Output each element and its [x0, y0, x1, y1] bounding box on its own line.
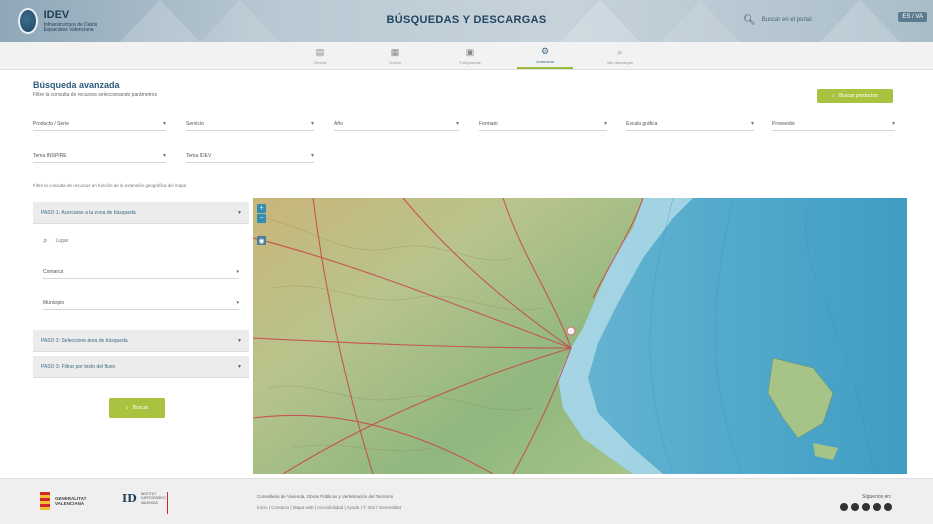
filter-escala[interactable]: Escala gráfica ▾ [626, 117, 754, 131]
site-search[interactable]: 🔍︎ Buscar en el portal [743, 12, 865, 28]
filter-label: Tema INSPIRE [33, 152, 67, 159]
step-label: PASO 3: Filtrar por texto del fluxo [41, 363, 116, 370]
topographic-map [253, 198, 907, 474]
chevron-down-icon: ▾ [236, 268, 239, 275]
field-label: Municipio [43, 299, 65, 306]
chevron-down-icon: ▾ [750, 121, 754, 127]
chevron-down-icon: ▾ [891, 121, 895, 127]
locate-button[interactable]: ◉ [257, 236, 266, 245]
page-subtitle: Filtre la consulta de recursos seleccion… [33, 92, 157, 98]
filter-label: Año [334, 120, 343, 127]
tab-label: Fotogramas [459, 60, 481, 65]
language-switch[interactable]: ES / VA [898, 12, 927, 22]
search-icon: 🔍︎ [743, 14, 756, 26]
zoom-out-button[interactable]: − [257, 214, 266, 223]
senyera-icon [40, 492, 50, 510]
step-3-header[interactable]: PASO 3: Filtrar por texto del fluxo ▾ [33, 356, 249, 378]
search-steps-panel: PASO 1: Acercarse a la zona de búsqueda … [33, 198, 249, 474]
youtube-icon[interactable] [862, 503, 870, 511]
filter-label: Formato [479, 120, 498, 127]
filter-ano[interactable]: Año ▾ [334, 117, 459, 131]
filter-proveedor[interactable]: Proveedor ▾ [772, 117, 895, 131]
panel-search-button[interactable]: ⌕ Buscar [109, 398, 165, 418]
footer-department: Conselleria de Vivienda, Obras Públicas … [257, 494, 394, 499]
button-label: Buscar [132, 405, 149, 411]
gva-line-2: VALENCIANA [55, 501, 85, 506]
tab-fotogramas[interactable]: ▣ Fotogramas [442, 44, 498, 69]
chevron-down-icon: ▾ [455, 121, 459, 127]
map-caption: Filtre la consulta de recursos en funció… [33, 183, 187, 188]
chevron-down-icon: ▾ [310, 153, 314, 159]
footer-divider [167, 492, 168, 514]
grid-icon: ▦ [390, 47, 400, 57]
folder-icon: ▤ [315, 47, 325, 57]
filter-label: Producto / Serie [33, 120, 69, 127]
chevron-down-icon: ▾ [236, 299, 239, 306]
flickr-icon[interactable] [873, 503, 881, 511]
chevron-down-icon: ▾ [237, 338, 241, 344]
step-1-header[interactable]: PASO 1: Acercarse a la zona de búsqueda … [33, 202, 249, 224]
site-search-input[interactable]: Buscar en el portal [762, 17, 812, 23]
button-label: Buscar productos [838, 93, 878, 99]
filter-servicio[interactable]: Servicio ▾ [186, 117, 314, 131]
section-nav: ▤ Ofertas ▦ Vuelos ▣ Fotogramas ⚙ Avanza… [0, 42, 933, 70]
follow-label: Síguenos en: [862, 494, 892, 500]
tab-avanzada[interactable]: ⚙ Avanzada [517, 44, 573, 69]
filter-tema-idev[interactable]: Tema IDEV ▾ [186, 149, 314, 163]
zoom-in-button[interactable]: + [257, 204, 266, 213]
footer-links[interactable]: Inicio | Contacto | Mapa web | Accesibil… [257, 505, 401, 510]
tab-label: Vuelos [388, 60, 402, 65]
tab-label: Mis descargas [607, 60, 633, 65]
city-marker[interactable] [566, 326, 576, 336]
place-search[interactable]: ⌕ Lugar [43, 234, 239, 248]
chevron-down-icon: ▾ [162, 121, 166, 127]
filter-formato[interactable]: Formato ▾ [479, 117, 607, 131]
step-label: PASO 1: Acercarse a la zona de búsqueda [41, 209, 136, 216]
footer: GENERALITAT VALENCIANA ID INSTITUT CARTO… [0, 478, 933, 524]
image-icon: ▣ [465, 47, 475, 57]
gear-icon: ⚙ [540, 46, 550, 56]
step-2-header[interactable]: PASO 2: Seleccione área de búsqueda ▾ [33, 330, 249, 352]
search-icon: ⌕ [832, 93, 835, 99]
field-label: Comarca [43, 268, 64, 275]
filter-label: Servicio [186, 120, 204, 127]
search-icon: ⌕ [617, 47, 623, 57]
icv-text: INSTITUT CARTOGRÀFIC VALENCIÀ [140, 492, 167, 505]
icv-mark: ID [122, 492, 137, 505]
filter-label: Proveedor [772, 120, 796, 127]
step-label: PASO 2: Seleccione área de búsqueda [41, 337, 128, 344]
filter-producto[interactable]: Producto / Serie ▾ [33, 117, 166, 131]
facebook-icon[interactable] [840, 503, 848, 511]
filter-label: Tema IDEV [186, 152, 212, 159]
chevron-down-icon: ▾ [237, 210, 241, 216]
map-view[interactable] [253, 198, 907, 474]
chevron-down-icon: ▾ [162, 153, 166, 159]
icv-logo[interactable]: ID INSTITUT CARTOGRÀFIC VALENCIÀ [122, 492, 167, 505]
tab-vuelos[interactable]: ▦ Vuelos [367, 44, 423, 69]
tab-mis-descargas[interactable]: ⌕ Mis descargas [592, 44, 648, 69]
page-title: Búsqueda avanzada [33, 80, 120, 90]
chevron-down-icon: ▾ [603, 121, 607, 127]
social-links [840, 503, 892, 511]
chevron-down-icon: ▾ [310, 121, 314, 127]
twitter-icon[interactable] [851, 503, 859, 511]
filter-label: Escala gráfica [626, 120, 658, 127]
filter-tema-inspire[interactable]: Tema INSPIRE ▾ [33, 149, 166, 163]
municipio-select[interactable]: Municipio ▾ [43, 296, 239, 310]
header-bar: IDEV Infraestructura de Datos Espaciales… [0, 0, 933, 42]
rss-icon[interactable] [884, 503, 892, 511]
tab-label: Avanzada [536, 59, 554, 64]
place-search-input[interactable]: Lugar [55, 238, 68, 244]
tab-ofertas[interactable]: ▤ Ofertas [292, 44, 348, 69]
search-products-button[interactable]: ⌕ Buscar productos [817, 89, 893, 103]
search-icon: ⌕ [43, 236, 48, 245]
generalitat-logo[interactable]: GENERALITAT VALENCIANA [40, 492, 86, 510]
chevron-down-icon: ▾ [237, 364, 241, 370]
search-icon: ⌕ [125, 405, 129, 411]
comarca-select[interactable]: Comarca ▾ [43, 265, 239, 279]
tab-label: Ofertas [313, 60, 327, 65]
